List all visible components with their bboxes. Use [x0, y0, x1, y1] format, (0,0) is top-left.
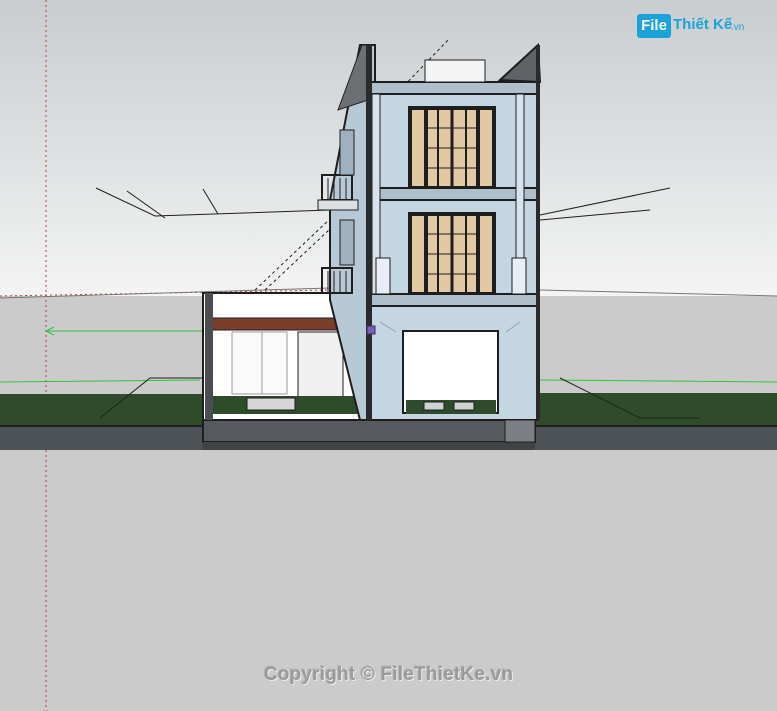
house-model[interactable]: [202, 42, 542, 450]
window-lower: [408, 212, 496, 294]
entry-step: [504, 419, 536, 443]
foundation-edge: [203, 442, 535, 450]
roof-stair-box: [424, 59, 486, 83]
facade-edge-right: [536, 45, 540, 420]
logo-text: Thiết Kế: [673, 16, 733, 33]
garden-car-floor: [246, 397, 296, 411]
floor-band-upper: [369, 187, 539, 201]
grass-left: [0, 394, 205, 428]
horizon-line-right: [539, 289, 777, 297]
side-window-lower: [339, 219, 355, 266]
bracket-right: [511, 257, 527, 295]
green-ground-line-left: [0, 379, 201, 383]
balcony-upper-slab: [317, 199, 359, 211]
garage-floor-grass: [406, 400, 496, 414]
side-door: [297, 331, 344, 403]
copyright-watermark: Copyright © FileThietKe.vn: [263, 664, 514, 685]
selection-grip-icon[interactable]: [366, 325, 376, 335]
window-upper: [408, 106, 496, 188]
scene-canvas[interactable]: [0, 0, 777, 711]
curb-right: [535, 426, 777, 450]
foundation-slab: [202, 419, 536, 443]
side-section-wall-left: [205, 293, 213, 420]
logo-tld: .vn: [731, 22, 745, 33]
curb-left: [0, 426, 205, 450]
modeling-viewport[interactable]: File Thiết Kế .vn Copyright © FileThietK…: [0, 0, 777, 711]
floor-band-lower: [369, 293, 539, 307]
brand-logo: File Thiết Kế .vn: [637, 14, 749, 44]
grass-right: [535, 393, 777, 427]
roof-wall-right: [497, 42, 542, 84]
side-parapet: [337, 44, 369, 111]
logo-badge: File: [637, 14, 671, 38]
facade-edge-left: [366, 45, 372, 420]
bracket-left: [375, 257, 391, 295]
green-ground-line-right: [539, 379, 777, 383]
cornice: [369, 81, 539, 95]
side-window: [231, 331, 288, 395]
side-window-upper: [339, 129, 355, 176]
